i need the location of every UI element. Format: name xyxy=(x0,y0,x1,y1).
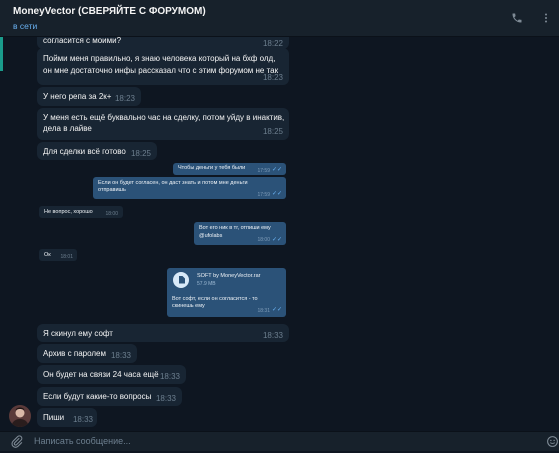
message-time: 18:22 xyxy=(262,39,283,48)
screenshot-message-text: Вот его ник в тг, отпиши ему xyxy=(199,225,271,231)
message-time: 18:33 xyxy=(155,394,176,403)
message-text: Я скинул ему софт xyxy=(43,329,113,338)
message-bubble[interactable]: Пиши 18:33 xyxy=(37,408,97,427)
screenshot-message-time: 18:01 xyxy=(60,254,73,260)
screenshot-message-text: Ок xyxy=(44,252,51,258)
message-text: Он будет на связи 24 часа ещё xyxy=(43,370,159,379)
screenshot-message-text: Не вопрос, хорошо xyxy=(44,209,93,215)
screenshot-message-text: отправишь xyxy=(98,187,126,193)
screenshot-message-out: Если он будет согласен, он даст знать и … xyxy=(93,177,286,199)
message-time: 18:25 xyxy=(262,127,283,136)
read-check-icon: ✓✓ xyxy=(271,191,282,197)
message-text: он мне достаточно инфы рассказал что с э… xyxy=(43,66,279,75)
message-bubble[interactable]: Для сделки всё готово 18:25 xyxy=(37,142,157,160)
message-time: 18:33 xyxy=(72,415,93,424)
message-text: согласится с моими? xyxy=(43,37,122,45)
screenshot-file-message: SOFT by MoneyVector.rar 57.9 MB Вот софт… xyxy=(167,268,286,317)
screenshot-message-text: Если он будет согласен, он даст знать и … xyxy=(98,180,248,186)
message-bubble[interactable]: Если будут какие-то вопросы 18:33 xyxy=(37,387,182,406)
message-text: Если будут какие-то вопросы xyxy=(43,392,152,401)
file-size: 57.9 MB xyxy=(197,281,216,287)
shared-screenshot[interactable]: Чтобы деньги у тебя были 17:59 ✓✓ Если о… xyxy=(37,160,297,323)
screenshot-message-text: Чтобы деньги у тебя были xyxy=(178,165,246,171)
message-time: 18:33 xyxy=(110,351,131,360)
message-text: Для сделки всё готово xyxy=(43,147,126,156)
screenshot-message-in: Не вопрос, хорошо 18:00 xyxy=(39,206,123,218)
file-caption: скинешь ему xyxy=(172,303,205,309)
screenshot-message-text: @ufolabs xyxy=(199,233,223,239)
message-time: 18:23 xyxy=(114,94,135,103)
read-check-icon: ✓✓ xyxy=(271,237,282,243)
screenshot-message-time: 17:59 xyxy=(257,192,270,198)
screenshot-message-out: Чтобы деньги у тебя были 17:59 ✓✓ xyxy=(173,163,286,175)
message-bubble[interactable]: Архив с паролем 18:33 xyxy=(37,344,137,363)
message-text: дела в лайве xyxy=(43,124,92,133)
screenshot-message-time: 18:31 xyxy=(257,308,270,314)
attach-icon[interactable] xyxy=(10,435,24,449)
emoji-icon[interactable] xyxy=(546,435,559,449)
read-check-icon: ✓✓ xyxy=(271,167,282,173)
read-check-icon: ✓✓ xyxy=(271,307,282,313)
screenshot-message-time: 18:00 xyxy=(105,211,118,217)
message-input[interactable] xyxy=(34,434,514,448)
message-composer xyxy=(0,431,559,451)
message-time: 18:33 xyxy=(159,372,180,381)
more-icon[interactable] xyxy=(537,9,555,27)
avatar[interactable] xyxy=(9,405,31,427)
screenshot-message-in: Ок 18:01 xyxy=(39,249,77,261)
message-time: 18:25 xyxy=(130,149,151,158)
chat-status: в сети xyxy=(13,21,38,31)
message-text: Архив с паролем xyxy=(43,349,106,358)
chat-title[interactable]: MoneyVector (СВЕРЯЙТЕ С ФОРУМОМ) xyxy=(13,6,206,17)
message-time: 18:23 xyxy=(262,73,283,82)
message-bubble[interactable]: Пойми меня правильно, я знаю человека ко… xyxy=(37,48,289,85)
message-bubble[interactable]: У меня есть ещё буквально час на сделку,… xyxy=(37,108,289,140)
message-bubble[interactable]: Я скинул ему софт 18:33 xyxy=(37,324,289,342)
file-name: SOFT by MoneyVector.rar xyxy=(197,273,261,279)
screenshot-message-time: 18:00 xyxy=(257,237,270,243)
screenshot-message-time: 17:59 xyxy=(257,168,270,174)
message-text: Пиши xyxy=(43,413,65,422)
file-caption: Вот софт, если он согласится - то xyxy=(172,296,258,302)
message-bubble[interactable]: Он будет на связи 24 часа ещё 18:33 xyxy=(37,365,186,384)
pinned-accent-bar xyxy=(0,37,3,71)
message-list[interactable]: согласится с моими? 18:22 Пойми меня пра… xyxy=(0,37,559,431)
phone-icon[interactable] xyxy=(508,9,526,27)
message-time: 18:33 xyxy=(262,331,283,340)
file-icon xyxy=(173,272,189,288)
screenshot-message-out: Вот его ник в тг, отпиши ему @ufolabs 18… xyxy=(194,222,286,245)
message-text: Пойми меня правильно, я знаю человека ко… xyxy=(43,54,276,63)
chat-header: MoneyVector (СВЕРЯЙТЕ С ФОРУМОМ) в сети xyxy=(0,0,559,37)
message-bubble[interactable]: У него репа за 2к+ 18:23 xyxy=(37,87,141,106)
message-text: У него репа за 2к+ xyxy=(43,92,112,101)
